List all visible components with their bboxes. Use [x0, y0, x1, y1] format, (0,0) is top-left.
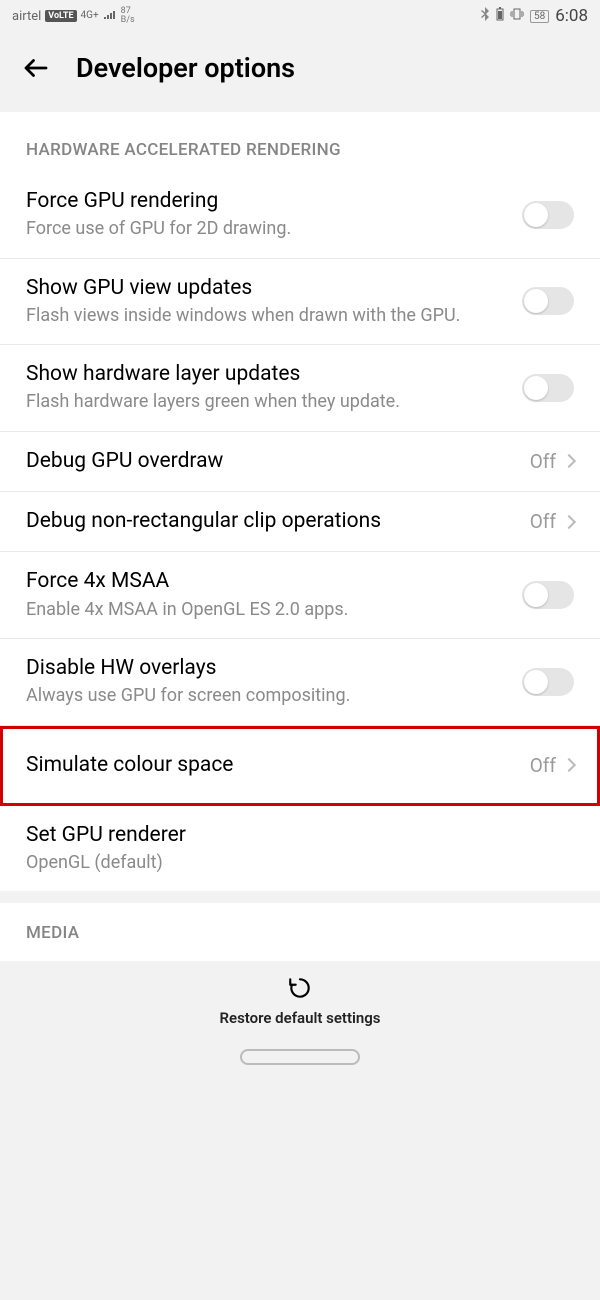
row-show-hw-layer-updates[interactable]: Show hardware layer updates Flash hardwa…	[0, 345, 600, 432]
back-button[interactable]	[20, 52, 52, 84]
battery-percentage: 58	[530, 10, 549, 23]
chevron-right-icon	[562, 758, 576, 772]
setting-sub: OpenGL (default)	[26, 851, 574, 875]
restore-default-button[interactable]: Restore default settings	[219, 975, 380, 1027]
setting-title: Show hardware layer updates	[26, 361, 508, 388]
status-left: airtel VoLTE 4G+ 87 B/s	[12, 7, 135, 25]
carrier-label: airtel	[12, 9, 41, 24]
home-indicator[interactable]	[240, 1049, 360, 1065]
row-simulate-colour-space[interactable]: Simulate colour space Off	[0, 726, 600, 806]
bluetooth-icon	[480, 7, 490, 25]
setting-sub: Enable 4x MSAA in OpenGL ES 2.0 apps.	[26, 598, 508, 622]
setting-sub: Always use GPU for screen compositing.	[26, 684, 508, 708]
chevron-right-icon	[562, 454, 576, 468]
row-set-gpu-renderer[interactable]: Set GPU renderer OpenGL (default)	[0, 806, 600, 892]
row-force-4x-msaa[interactable]: Force 4x MSAA Enable 4x MSAA in OpenGL E…	[0, 552, 600, 639]
chevron-right-icon	[562, 515, 576, 529]
setting-value: Off	[530, 754, 556, 777]
row-disable-hw-overlays[interactable]: Disable HW overlays Always use GPU for s…	[0, 639, 600, 726]
toggle-force-gpu[interactable]	[522, 201, 574, 229]
section-media: MEDIA	[0, 903, 600, 961]
signal-icon	[103, 9, 117, 24]
setting-sub: Flash views inside windows when drawn wi…	[26, 304, 508, 328]
battery-icon	[496, 7, 504, 25]
setting-title: Debug GPU overdraw	[26, 448, 516, 475]
toggle-show-hw-layer[interactable]	[522, 374, 574, 402]
section-gap	[0, 891, 600, 903]
volte-badge: VoLTE	[45, 10, 76, 22]
setting-title: Force 4x MSAA	[26, 568, 508, 595]
page-title: Developer options	[76, 52, 295, 84]
setting-sub: Flash hardware layers green when they up…	[26, 390, 508, 414]
data-rate: 87 B/s	[121, 7, 135, 25]
app-header: Developer options	[0, 32, 600, 112]
content: HARDWARE ACCELERATED RENDERING Force GPU…	[0, 112, 600, 961]
setting-value: Off	[530, 450, 556, 473]
setting-value: Off	[530, 510, 556, 533]
clock: 6:08	[555, 6, 588, 26]
toggle-show-gpu-view[interactable]	[522, 287, 574, 315]
vibrate-icon	[510, 8, 524, 24]
row-debug-gpu-overdraw[interactable]: Debug GPU overdraw Off	[0, 432, 600, 492]
setting-title: Disable HW overlays	[26, 655, 508, 682]
row-force-gpu-rendering[interactable]: Force GPU rendering Force use of GPU for…	[0, 172, 600, 259]
status-right: 58 6:08	[480, 6, 588, 26]
setting-sub: Force use of GPU for 2D drawing.	[26, 217, 508, 241]
setting-title: Set GPU renderer	[26, 822, 574, 849]
row-debug-nonrect-clip[interactable]: Debug non-rectangular clip operations Of…	[0, 492, 600, 552]
toggle-disable-hw[interactable]	[522, 668, 574, 696]
setting-title: Show GPU view updates	[26, 275, 508, 302]
restore-icon	[287, 975, 313, 1005]
section-hardware: HARDWARE ACCELERATED RENDERING	[0, 112, 600, 172]
arrow-left-icon	[21, 53, 51, 83]
row-show-gpu-view-updates[interactable]: Show GPU view updates Flash views inside…	[0, 259, 600, 346]
restore-label: Restore default settings	[219, 1009, 380, 1027]
setting-title: Force GPU rendering	[26, 188, 508, 215]
network-label: 4G+	[81, 11, 99, 21]
setting-title: Simulate colour space	[26, 752, 516, 779]
setting-title: Debug non-rectangular clip operations	[26, 508, 516, 535]
toggle-force-msaa[interactable]	[522, 581, 574, 609]
footer: Restore default settings	[0, 961, 600, 1071]
status-bar: airtel VoLTE 4G+ 87 B/s 58 6:08	[0, 0, 600, 32]
